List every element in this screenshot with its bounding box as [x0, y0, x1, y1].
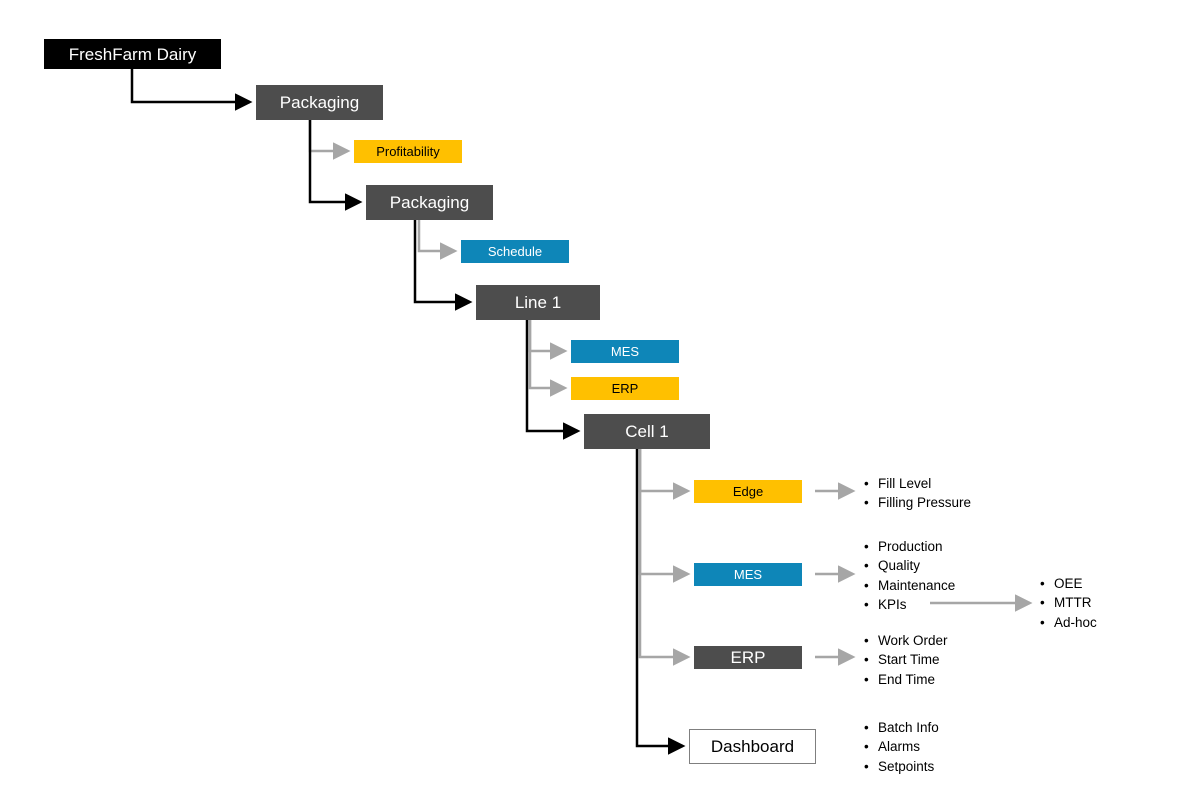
bullet-list-mes: Production Quality Maintenance KPIs [864, 537, 955, 615]
node-label: ERP [611, 381, 639, 396]
node-schedule[interactable]: Schedule [461, 240, 569, 263]
node-label: Schedule [487, 244, 543, 259]
node-label: Packaging [389, 193, 470, 212]
list-item: KPIs [864, 595, 955, 614]
node-mes-cell[interactable]: MES [694, 563, 802, 586]
node-packaging-level1[interactable]: Packaging [256, 85, 383, 120]
node-label: Profitability [376, 144, 440, 159]
node-label: Cell 1 [625, 422, 669, 441]
node-label: FreshFarm Dairy [68, 44, 197, 64]
node-erp-line[interactable]: ERP [571, 377, 679, 400]
list-item: Setpoints [864, 757, 939, 776]
list-item: Filling Pressure [864, 493, 971, 512]
node-label: Line 1 [514, 293, 562, 312]
bullet-list-edge: Fill Level Filling Pressure [864, 474, 971, 513]
list-item: MTTR [1040, 593, 1097, 612]
node-mes-line[interactable]: MES [571, 340, 679, 363]
bullet-list-kpis: OEE MTTR Ad-hoc [1040, 574, 1097, 632]
list-item: Work Order [864, 631, 948, 650]
node-erp-cell[interactable]: ERP [694, 646, 802, 669]
list-item: Fill Level [864, 474, 971, 493]
list-item: Batch Info [864, 718, 939, 737]
node-label: MES [610, 344, 640, 359]
bullet-list-dashboard: Batch Info Alarms Setpoints [864, 718, 939, 776]
node-label: ERP [730, 648, 766, 667]
bullet-list-erp: Work Order Start Time End Time [864, 631, 948, 689]
node-freshfarm-dairy[interactable]: FreshFarm Dairy [44, 39, 221, 69]
node-label: Packaging [279, 93, 360, 112]
list-item: OEE [1040, 574, 1097, 593]
list-item: Quality [864, 556, 955, 575]
list-item: Alarms [864, 737, 939, 756]
diagram-canvas: FreshFarm Dairy Packaging Profitability … [0, 0, 1200, 792]
node-label: Edge [732, 484, 764, 499]
node-label: Dashboard [710, 737, 795, 756]
list-item: Maintenance [864, 576, 955, 595]
list-item: Start Time [864, 650, 948, 669]
node-dashboard[interactable]: Dashboard [689, 729, 816, 764]
node-cell-1[interactable]: Cell 1 [584, 414, 710, 449]
list-item: Ad-hoc [1040, 613, 1097, 632]
node-edge[interactable]: Edge [694, 480, 802, 503]
node-line-1[interactable]: Line 1 [476, 285, 600, 320]
list-item: End Time [864, 670, 948, 689]
node-packaging-level2[interactable]: Packaging [366, 185, 493, 220]
node-label: MES [733, 567, 763, 582]
list-item: Production [864, 537, 955, 556]
node-profitability[interactable]: Profitability [354, 140, 462, 163]
